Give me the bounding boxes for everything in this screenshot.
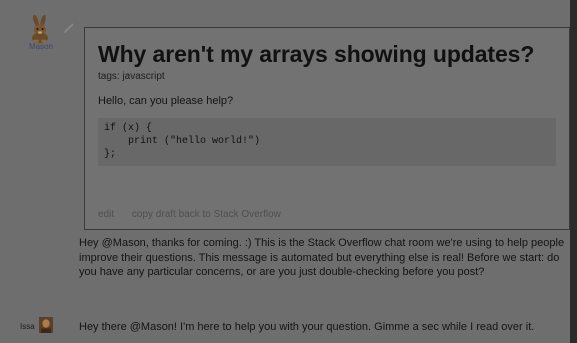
username-mason[interactable]: Mason: [22, 42, 60, 51]
code-block: if (x) { print ("hello world!") };: [98, 118, 556, 166]
question-draft-card: Why aren't my arrays showing updates? ta…: [84, 27, 570, 230]
copy-draft-link[interactable]: copy draft back to Stack Overflow: [132, 209, 281, 220]
rabbit-avatar-icon[interactable]: [25, 14, 55, 44]
question-body: Hello, can you please help?: [98, 95, 234, 107]
draft-actions: edit copy draft back to Stack Overflow: [98, 209, 281, 220]
chat-message: Hey @Mason, thanks for coming. :) This i…: [79, 237, 565, 278]
user-photo-avatar[interactable]: [39, 317, 53, 333]
question-title: Why aren't my arrays showing updates?: [98, 41, 535, 67]
username-issa[interactable]: Issa: [20, 322, 35, 331]
edit-link[interactable]: edit: [98, 209, 114, 220]
question-tags: tags: javascript: [98, 71, 165, 82]
chat-message: Hey there @Mason! I'm here to help you w…: [79, 321, 535, 333]
pencil-icon[interactable]: [63, 22, 75, 34]
window-frame-edge: [570, 0, 577, 343]
